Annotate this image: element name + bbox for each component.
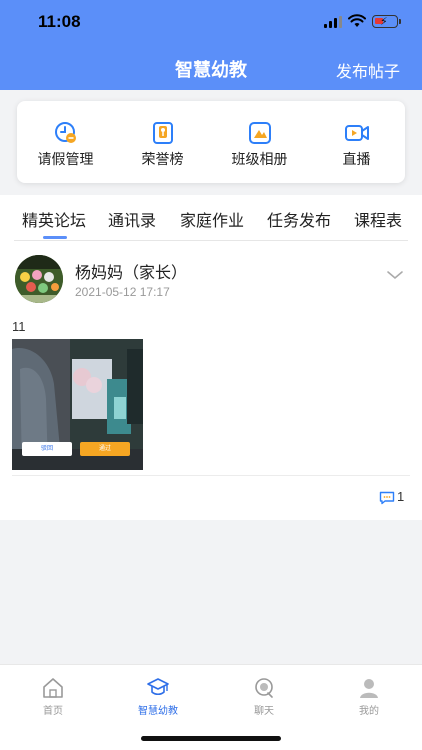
- approve-button-label[interactable]: 通过: [80, 442, 130, 456]
- comment-icon[interactable]: [379, 491, 395, 505]
- quick-action-label: 请假管理: [37, 152, 94, 168]
- honor-badge-icon: [153, 122, 173, 144]
- quick-action-leave[interactable]: 请假管理: [17, 101, 114, 183]
- home-indicator: [141, 736, 281, 741]
- post-author[interactable]: 杨妈妈（家长）: [75, 259, 187, 283]
- tab-contacts[interactable]: 通讯录: [108, 207, 156, 231]
- reject-button-label[interactable]: 驳回: [22, 442, 72, 456]
- post-photo[interactable]: 驳回 通过: [12, 339, 143, 470]
- quick-action-label: 班级相册: [231, 152, 288, 168]
- tab-task-publish[interactable]: 任务发布: [267, 207, 331, 231]
- quick-action-honor[interactable]: 荣誉榜: [114, 101, 211, 183]
- tab-schedule[interactable]: 课程表: [354, 207, 402, 231]
- tabbar-smart-education[interactable]: 智慧幼教: [128, 673, 188, 717]
- tabbar-label: 聊天: [254, 706, 274, 717]
- graduation-cap-icon: [147, 678, 169, 696]
- quick-action-album[interactable]: 班级相册: [211, 101, 308, 183]
- tabbar-label: 首页: [43, 706, 63, 717]
- live-video-icon: [345, 125, 369, 141]
- tab-forum[interactable]: 精英论坛: [22, 207, 86, 231]
- status-time: 11:08: [38, 12, 81, 31]
- wifi-icon: [348, 14, 366, 27]
- charging-bolt-icon: ⚡: [380, 15, 388, 28]
- chat-icon: [255, 678, 273, 698]
- forum-content: 精英论坛 通讯录 家庭作业 任务发布 课程表 杨妈妈（家长） 2021-05-1…: [0, 195, 422, 520]
- quick-actions-card: 请假管理 荣誉榜 班级相册 直播: [17, 101, 405, 183]
- post-timestamp: 2021-05-12 17:17: [75, 285, 170, 299]
- quick-action-live[interactable]: 直播: [308, 101, 405, 183]
- quick-action-label: 直播: [342, 152, 371, 168]
- tabbar-chat[interactable]: 聊天: [234, 673, 294, 717]
- post-text: 11: [12, 319, 26, 334]
- tabbar-label: 智慧幼教: [138, 706, 178, 717]
- tab-homework[interactable]: 家庭作业: [180, 207, 244, 231]
- active-tab-indicator: [43, 236, 67, 239]
- status-bar: 11:08 ⚡: [0, 0, 422, 44]
- category-tabs: 精英论坛 通讯录 家庭作业 任务发布 课程表: [0, 195, 422, 241]
- tabbar-label: 我的: [359, 706, 379, 717]
- tabbar-profile[interactable]: 我的: [339, 673, 399, 717]
- quick-action-label: 荣誉榜: [141, 152, 184, 168]
- cellular-signal-icon: [324, 16, 344, 28]
- chevron-down-icon[interactable]: [386, 269, 404, 281]
- app-header: 11:08 ⚡ 智慧幼教 发布帖子: [0, 0, 422, 90]
- avatar[interactable]: [15, 255, 63, 303]
- comment-count: 1: [397, 489, 405, 504]
- tabbar-home[interactable]: 首页: [23, 673, 83, 717]
- home-icon: [43, 678, 63, 698]
- album-icon: [249, 122, 271, 144]
- leave-clock-icon: [55, 122, 76, 143]
- publish-post-button[interactable]: 发布帖子: [336, 58, 400, 82]
- profile-icon: [360, 679, 378, 698]
